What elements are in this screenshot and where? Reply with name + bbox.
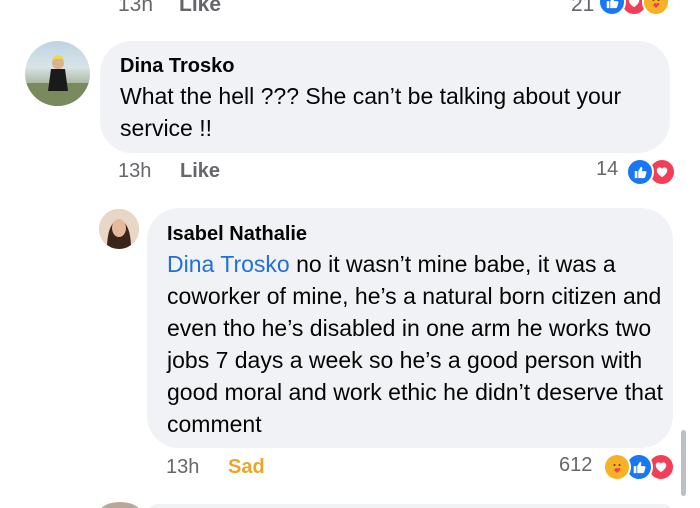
comment-author[interactable]: Dina Trosko: [120, 55, 234, 78]
previous-comment-reaction-count[interactable]: 21: [571, 0, 594, 17]
reply-body: no it wasn’t mine babe, it was a coworke…: [167, 251, 664, 437]
previous-comment-like-button[interactable]: Like: [179, 0, 221, 17]
comment-text: What the hell ??? She can’t be talking a…: [120, 83, 622, 141]
care-icon: [642, 0, 670, 16]
reply-author[interactable]: Isabel Nathalie: [167, 223, 307, 246]
reply-text: Dina Trosko no it wasn’t mine babe, it w…: [167, 248, 667, 440]
avatar[interactable]: [99, 209, 139, 249]
like-icon: [598, 0, 626, 16]
avatar[interactable]: [100, 502, 140, 508]
mention-link[interactable]: Dina Trosko: [167, 251, 290, 277]
reaction-icons[interactable]: [626, 158, 676, 186]
comment-time[interactable]: 13h: [118, 160, 151, 183]
sad-reaction-button[interactable]: Sad: [228, 456, 265, 479]
reaction-count[interactable]: 14: [596, 158, 618, 181]
reaction-icons[interactable]: [603, 453, 675, 481]
reply-time[interactable]: 13h: [166, 456, 199, 479]
avatar[interactable]: [25, 41, 90, 106]
comment-bubble: [147, 504, 673, 508]
like-icon: [626, 158, 654, 186]
previous-comment-reactions[interactable]: [598, 0, 670, 16]
previous-comment-time: 13h: [118, 0, 154, 16]
like-button[interactable]: Like: [180, 160, 220, 183]
care-icon: [603, 453, 631, 481]
scrollbar[interactable]: [681, 430, 686, 496]
reaction-count[interactable]: 612: [559, 454, 592, 477]
